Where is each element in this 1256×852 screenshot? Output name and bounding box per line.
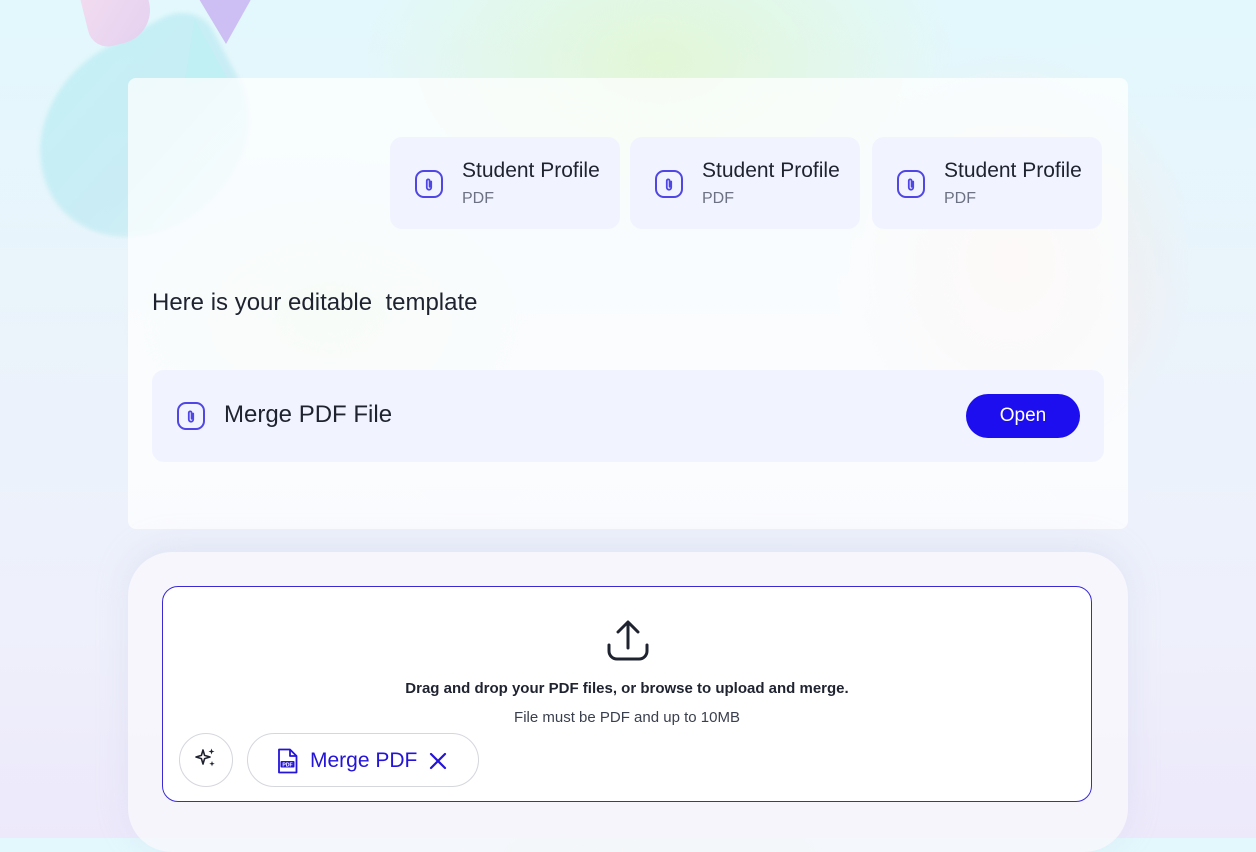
svg-text:PDF: PDF [282, 762, 292, 768]
pdf-file-icon: PDF [276, 748, 298, 779]
paperclip-icon [414, 169, 444, 199]
template-card-title: Student Profile [462, 159, 600, 182]
paperclip-icon [896, 169, 926, 199]
merge-pdf-tool-chip[interactable]: PDF Merge PDF [247, 733, 479, 787]
template-card-title: Student Profile [702, 159, 840, 182]
template-card-type: PDF [702, 190, 734, 207]
template-card-type: PDF [462, 190, 494, 207]
merged-file-row: Merge PDF File Open [152, 370, 1104, 462]
decorative-cyan-triangle [172, 14, 228, 86]
magic-button[interactable] [179, 733, 233, 787]
dropzone-hint: File must be PDF and up to 10MB [514, 709, 740, 726]
decorative-purple-triangle [196, 0, 254, 44]
file-dropzone[interactable]: Drag and drop your PDF files, or browse … [162, 586, 1092, 802]
response-heading: Here is your editable template [152, 289, 478, 316]
composer: Drag and drop your PDF files, or browse … [128, 552, 1128, 852]
sparkles-icon [194, 746, 218, 775]
tool-chip-label: Merge PDF [310, 749, 418, 772]
upload-icon [605, 617, 651, 668]
open-button[interactable]: Open [966, 394, 1080, 438]
decorative-pink-shape [72, 0, 158, 51]
dropzone-title: Drag and drop your PDF files, or browse … [405, 680, 849, 697]
template-card[interactable]: Student Profile PDF [390, 137, 620, 229]
template-card[interactable]: Student Profile PDF [872, 137, 1102, 229]
paperclip-icon [654, 169, 684, 199]
template-card-title: Student Profile [944, 159, 1082, 182]
template-card[interactable]: Student Profile PDF [630, 137, 860, 229]
close-icon[interactable] [428, 751, 448, 776]
paperclip-icon [176, 401, 206, 431]
merged-file-name: Merge PDF File [224, 401, 393, 428]
chat-response-panel: Student Profile PDF Student Profile PDF … [128, 78, 1128, 529]
template-card-type: PDF [944, 190, 976, 207]
